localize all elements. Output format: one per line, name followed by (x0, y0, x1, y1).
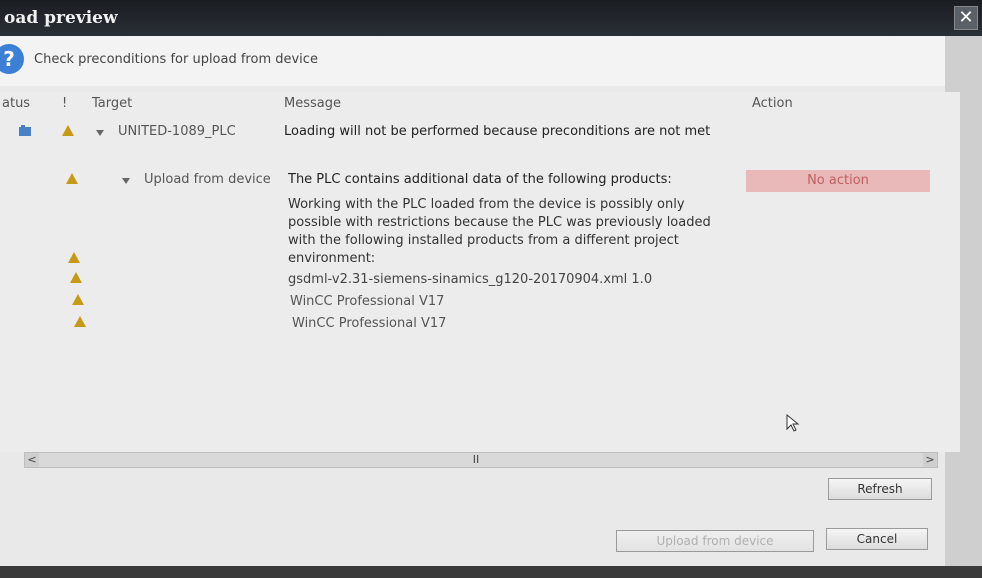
action-select[interactable]: No action (746, 170, 930, 192)
column-action[interactable]: Action (752, 96, 793, 111)
mouse-cursor-icon (786, 413, 800, 436)
column-status[interactable]: atus (2, 96, 30, 111)
detail-line: with the following installed products fr… (288, 233, 679, 248)
close-button[interactable]: ✕ (954, 6, 978, 30)
dialog-header: ? Check preconditions for upload from de… (0, 36, 982, 86)
question-icon: ? (0, 44, 24, 74)
detail-text: Working with the PLC loaded from the dev… (288, 196, 711, 268)
cancel-button[interactable]: Cancel (826, 528, 928, 550)
row-target: UNITED-1089_PLC (118, 124, 236, 139)
dialog-subtitle: Check preconditions for upload from devi… (34, 52, 318, 67)
warning-icon (74, 316, 86, 327)
chevron-down-icon[interactable] (96, 130, 104, 136)
detail-line: possible with restrictions because the P… (288, 215, 711, 230)
title-bar: oad preview ✕ (0, 0, 982, 36)
column-exclaim[interactable]: ! (62, 96, 67, 111)
row-target: Upload from device (144, 172, 271, 187)
product-line: WinCC Professional V17 (290, 294, 445, 309)
row-message: The PLC contains additional data of the … (288, 172, 672, 187)
detail-line: Working with the PLC loaded from the dev… (288, 197, 685, 212)
scroll-thumb[interactable]: II (469, 453, 483, 467)
scroll-left-button[interactable]: < (25, 453, 39, 467)
bottom-bar (0, 566, 982, 578)
refresh-button[interactable]: Refresh (828, 478, 932, 500)
table-row[interactable]: UNITED-1089_PLC Loading will not be perf… (0, 122, 960, 144)
column-target[interactable]: Target (92, 96, 132, 111)
warning-icon (72, 294, 84, 305)
table-row[interactable]: Upload from device The PLC contains addi… (0, 170, 960, 192)
column-message[interactable]: Message (284, 96, 341, 111)
horizontal-scrollbar[interactable]: < II > (24, 452, 938, 468)
scroll-right-button[interactable]: > (923, 453, 937, 467)
plc-status-icon (18, 124, 32, 138)
chevron-down-icon[interactable] (122, 178, 130, 184)
upload-button[interactable]: Upload from device (616, 530, 814, 552)
window-title: oad preview (4, 8, 118, 28)
warning-icon (66, 173, 78, 184)
warning-icon (70, 272, 82, 283)
product-line: gsdml-v2.31-siemens-sinamics_g120-201709… (288, 272, 653, 287)
detail-line: environment: (288, 251, 376, 266)
product-line: WinCC Professional V17 (292, 316, 447, 331)
warning-icon (62, 125, 74, 136)
precondition-table: atus ! Target Message Action UNITED-1089… (0, 92, 960, 452)
warning-icon (68, 252, 80, 263)
row-message: Loading will not be performed because pr… (284, 124, 711, 139)
